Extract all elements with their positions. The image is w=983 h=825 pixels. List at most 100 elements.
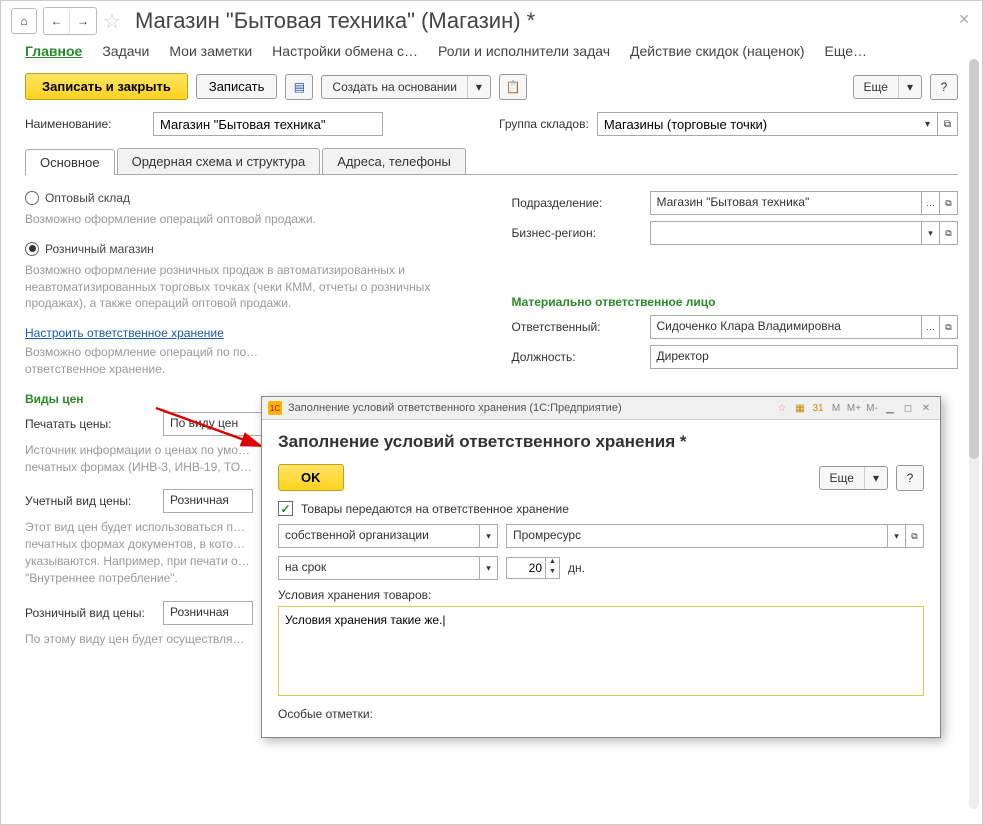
question-icon: ? xyxy=(907,471,914,485)
close-button[interactable]: ✕ xyxy=(918,400,934,416)
nav-exchange[interactable]: Настройки обмена с… xyxy=(272,43,418,59)
name-input[interactable] xyxy=(153,112,383,136)
home-button[interactable]: ⌂ xyxy=(11,8,37,34)
save-close-button[interactable]: Записать и закрыть xyxy=(25,73,188,100)
spin-down[interactable]: ▼ xyxy=(546,568,559,578)
m-plus-button[interactable]: M+ xyxy=(846,400,862,416)
chevron-down-icon[interactable]: ▾ xyxy=(921,222,939,244)
maximize-button[interactable]: ◻ xyxy=(900,400,916,416)
nav-discounts[interactable]: Действие скидок (наценок) xyxy=(630,43,804,59)
favorite-icon[interactable]: ☆ xyxy=(103,9,121,34)
dept-value: Магазин "Бытовая техника" xyxy=(651,192,922,214)
region-open[interactable]: ⧉ xyxy=(939,222,957,244)
nav-tasks[interactable]: Задачи xyxy=(102,43,149,59)
days-input[interactable]: ▲▼ xyxy=(506,557,560,579)
modal-titlebar: 1C Заполнение условий ответственного хра… xyxy=(262,397,940,420)
checkbox-row[interactable]: ✓ Товары передаются на ответственное хра… xyxy=(278,501,924,516)
ret-label: Розничный вид цены: xyxy=(25,606,155,620)
checkbox-label: Товары передаются на ответственное хране… xyxy=(301,502,569,516)
radio-wholesale[interactable]: Оптовый склад xyxy=(25,191,472,205)
tab-contacts[interactable]: Адреса, телефоны xyxy=(322,148,466,174)
group-dropdown[interactable]: ▾ xyxy=(918,112,938,136)
nav-main[interactable]: Главное xyxy=(25,43,82,59)
app-icon: 1C xyxy=(268,401,282,415)
resp-select[interactable]: Сидоченко Клара Владимировна … ⧉ xyxy=(650,315,959,339)
radio-retail[interactable]: Розничный магазин xyxy=(25,242,472,256)
org-select[interactable]: Промресурс ▾ ⧉ xyxy=(506,524,924,548)
radio-icon xyxy=(25,191,39,205)
create-from-button[interactable]: Создать на основании ▾ xyxy=(321,75,491,99)
region-value xyxy=(651,222,922,244)
tab-main[interactable]: Основное xyxy=(25,149,115,175)
group-input[interactable] xyxy=(597,112,918,136)
modal-more-label: Еще xyxy=(820,467,864,489)
days-unit: дн. xyxy=(568,561,585,575)
org-type-select[interactable]: собственной организации ▾ xyxy=(278,524,498,548)
more-button[interactable]: Еще ▾ xyxy=(853,75,922,99)
desc-link: Возможно оформление операций по по… отве… xyxy=(25,344,472,378)
group-open[interactable]: ⧉ xyxy=(938,112,958,136)
chevron-down-icon[interactable]: ▾ xyxy=(479,557,497,579)
radio-wholesale-label: Оптовый склад xyxy=(45,191,130,205)
action-icon-button[interactable]: 📋 xyxy=(499,74,527,100)
close-button[interactable]: ✕ xyxy=(958,11,970,28)
storage-link[interactable]: Настроить ответственное хранение xyxy=(25,326,224,340)
print-select[interactable]: По виду цен xyxy=(163,412,263,436)
resp-open[interactable]: ⧉ xyxy=(939,316,957,338)
nav-more[interactable]: Еще… xyxy=(825,43,868,59)
org-open[interactable]: ⧉ xyxy=(905,525,923,547)
region-select[interactable]: ▾ ⧉ xyxy=(650,221,959,245)
list-icon-button[interactable]: ▤ xyxy=(285,74,313,100)
grid-icon[interactable]: ▦ xyxy=(792,400,808,416)
save-button[interactable]: Записать xyxy=(196,74,278,99)
conditions-textarea[interactable] xyxy=(278,606,924,696)
arrow-left-icon: ← xyxy=(51,14,63,28)
term-type-select[interactable]: на срок ▾ xyxy=(278,556,498,580)
resp-header: Материально ответственное лицо xyxy=(512,295,959,309)
arrow-right-icon: → xyxy=(77,14,89,28)
m-button[interactable]: M xyxy=(828,400,844,416)
group-label: Группа складов: xyxy=(499,117,589,131)
acc-select[interactable]: Розничная xyxy=(163,489,253,513)
term-type-value: на срок xyxy=(279,557,479,579)
minimize-button[interactable]: ▁ xyxy=(882,400,898,416)
help-button[interactable]: ? xyxy=(930,74,958,100)
cond-label: Условия хранения товаров: xyxy=(278,588,924,602)
modal-titlebar-text: Заполнение условий ответственного хранен… xyxy=(288,402,768,414)
more-label: Еще xyxy=(854,76,898,98)
acc-label: Учетный вид цены: xyxy=(25,494,155,508)
days-field[interactable] xyxy=(507,558,545,578)
scrollbar-thumb[interactable] xyxy=(969,59,979,459)
star-icon[interactable]: ☆ xyxy=(774,400,790,416)
dept-open[interactable]: ⧉ xyxy=(939,192,957,214)
pos-select[interactable]: Директор xyxy=(650,345,959,369)
chevron-down-icon[interactable]: ▾ xyxy=(479,525,497,547)
modal-help-button[interactable]: ? xyxy=(896,465,924,491)
scrollbar[interactable] xyxy=(969,59,979,809)
pos-value: Директор xyxy=(651,346,958,368)
dept-ellipsis[interactable]: … xyxy=(921,192,939,214)
print-value: По виду цен xyxy=(164,413,262,435)
tab-order[interactable]: Ордерная схема и структура xyxy=(117,148,321,174)
modal-more-button[interactable]: Еще ▾ xyxy=(819,466,888,490)
dept-select[interactable]: Магазин "Бытовая техника" … ⧉ xyxy=(650,191,959,215)
nav-roles[interactable]: Роли и исполнители задач xyxy=(438,43,610,59)
m-minus-button[interactable]: M- xyxy=(864,400,880,416)
back-button[interactable]: ← xyxy=(44,8,70,34)
main-nav: Главное Задачи Мои заметки Настройки обм… xyxy=(1,41,982,67)
notes-label: Особые отметки: xyxy=(278,707,924,721)
modal-dialog: 1C Заполнение условий ответственного хра… xyxy=(261,396,941,738)
name-row: Наименование: Группа складов: ▾ ⧉ xyxy=(1,106,982,142)
tabs: Основное Ордерная схема и структура Адре… xyxy=(25,148,958,175)
resp-ellipsis[interactable]: … xyxy=(921,316,939,338)
dept-label: Подразделение: xyxy=(512,196,642,210)
forward-button[interactable]: → xyxy=(70,8,96,34)
chevron-down-icon[interactable]: ▾ xyxy=(887,525,905,547)
nav-notes[interactable]: Мои заметки xyxy=(169,43,252,59)
spin-up[interactable]: ▲ xyxy=(546,558,559,568)
radio-retail-label: Розничный магазин xyxy=(45,242,154,256)
list-icon: ▤ xyxy=(294,80,305,94)
calendar-icon[interactable]: 31 xyxy=(810,400,826,416)
ret-select[interactable]: Розничная xyxy=(163,601,253,625)
ok-button[interactable]: OK xyxy=(278,464,344,491)
